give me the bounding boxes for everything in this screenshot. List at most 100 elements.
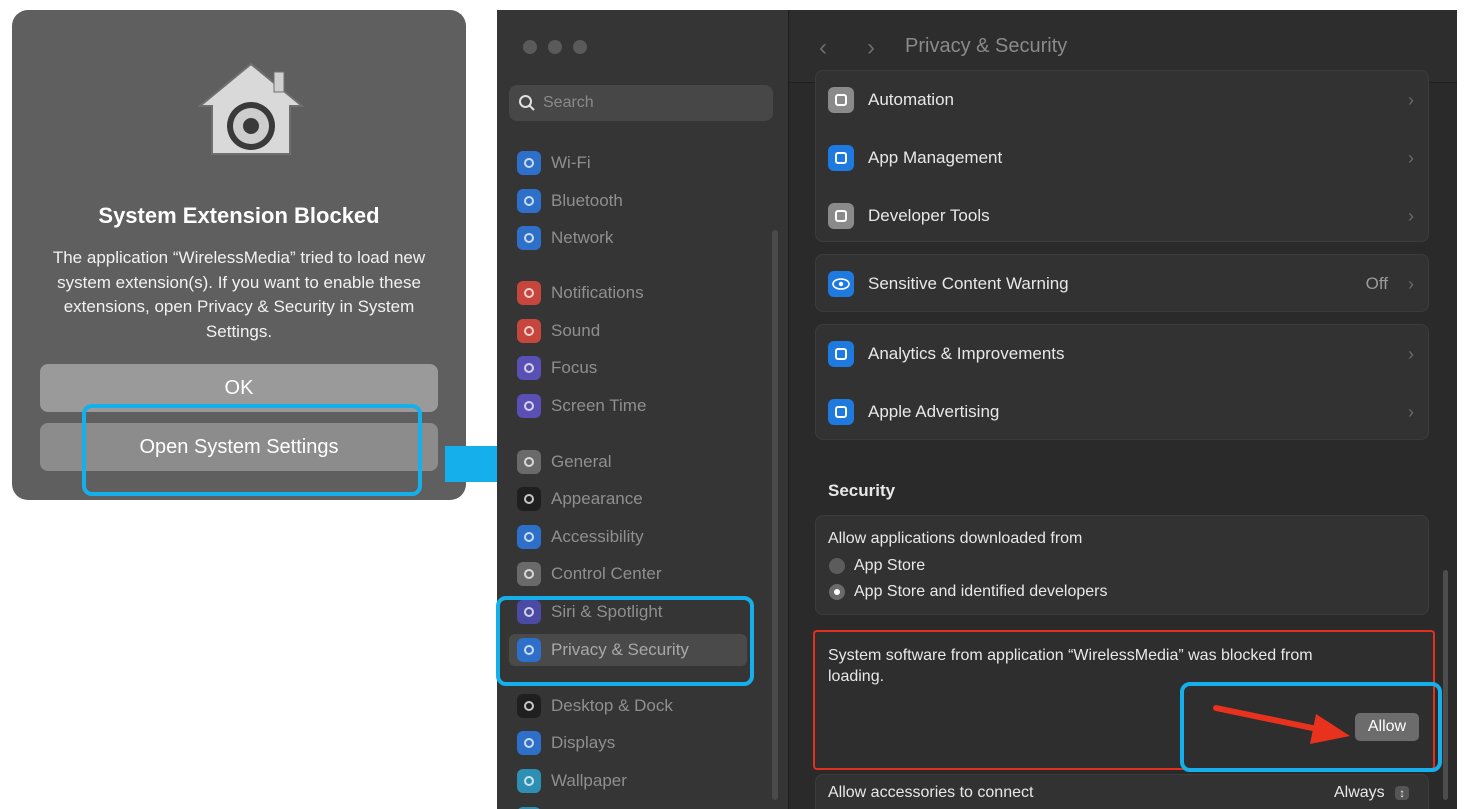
sidebar-item-desktop-dock[interactable]: Desktop & Dock: [509, 690, 747, 722]
sidebar-item-focus[interactable]: Focus: [509, 352, 747, 384]
allow-apps-label: Allow applications downloaded from: [828, 530, 1083, 547]
sidebar-item-displays[interactable]: Displays: [509, 727, 747, 759]
blocked-message: System software from application “Wirele…: [828, 647, 1313, 685]
wallpaper-icon: [517, 769, 541, 793]
sidebar-item-label: Accessibility: [551, 527, 644, 546]
analytics-icon: [828, 341, 854, 367]
back-chevron-icon[interactable]: ‹: [819, 34, 827, 62]
stepper-icon: ↕: [1395, 786, 1410, 800]
sidebar-item-label: Notifications: [551, 283, 644, 302]
chevron-right-icon: ›: [1408, 273, 1414, 294]
allow-highlight: [1180, 682, 1442, 772]
sidebar-item-label: Sound: [551, 321, 601, 340]
sidebar-item-label: Control Center: [551, 564, 662, 583]
chevron-right-icon: ›: [1408, 89, 1414, 110]
row-label: Apple Advertising: [868, 402, 1000, 421]
sidebar: Search Wi-Fi Bluetooth Network Notification…: [497, 10, 788, 809]
sidebar-item-label: Focus: [551, 358, 598, 377]
sidebar-item-label: Displays: [551, 733, 616, 752]
sidebar-item-label: Screen Time: [551, 396, 647, 415]
globe-icon: [517, 226, 541, 250]
accessories-label: Allow accessories to connect: [828, 784, 1034, 801]
minimize-window-button[interactable]: [548, 40, 562, 54]
sidebar-item-sound[interactable]: Sound: [509, 315, 747, 347]
privacy-group-2: Sensitive Content Warning Off ›: [815, 254, 1429, 312]
open-settings-highlight: [82, 404, 422, 496]
privacy-group-3: Analytics & Improvements › Apple Advertisi…: [815, 324, 1429, 440]
app-management-row[interactable]: App Management ›: [816, 129, 1428, 187]
zoom-window-button[interactable]: [573, 40, 587, 54]
hammer-icon: [828, 203, 854, 229]
sun-icon: [517, 731, 541, 755]
search-placeholder: Search: [543, 94, 594, 111]
developer-tools-row[interactable]: Developer Tools ›: [816, 187, 1428, 245]
sidebar-item-label: Network: [551, 228, 614, 247]
row-label: Developer Tools: [868, 206, 990, 225]
sidebar-item-label: Wi-Fi: [551, 153, 591, 172]
search-icon: [519, 95, 535, 111]
chevron-right-icon: ›: [1408, 147, 1414, 168]
sidebar-item-label: General: [551, 452, 612, 471]
gears-icon: [828, 87, 854, 113]
sidebar-item-appearance[interactable]: Appearance: [509, 483, 747, 515]
accessories-value: Always: [1334, 784, 1385, 801]
accessibility-icon: [517, 525, 541, 549]
chevron-right-icon: ›: [1408, 401, 1414, 422]
sidebar-item-label: Desktop & Dock: [551, 696, 673, 715]
dialog-title: System Extension Blocked: [98, 203, 380, 228]
sidebar-item-label: Bluetooth: [551, 191, 623, 210]
appearance-icon: [517, 487, 541, 511]
chevron-right-icon: ›: [1408, 343, 1414, 364]
dialog-message: The application “WirelessMedia” tried to…: [52, 248, 426, 341]
sidebar-item-wi-fi[interactable]: Wi-Fi: [509, 147, 747, 179]
row-label: Sensitive Content Warning: [868, 274, 1069, 293]
gear-icon: [517, 450, 541, 474]
sidebar-item-accessibility[interactable]: Accessibility: [509, 521, 747, 553]
control-center-icon: [517, 562, 541, 586]
security-section-title: Security: [828, 481, 896, 500]
forward-chevron-icon[interactable]: ›: [867, 34, 875, 62]
dock-icon: [517, 694, 541, 718]
sidebar-item-network[interactable]: Network: [509, 222, 747, 254]
privacy-security-highlight: [496, 596, 754, 686]
megaphone-icon: [828, 399, 854, 425]
sidebar-item-notifications[interactable]: Notifications: [509, 277, 747, 309]
sidebar-item-bluetooth[interactable]: Bluetooth: [509, 185, 747, 217]
apple-advertising-row[interactable]: Apple Advertising ›: [816, 383, 1428, 441]
row-value: Off: [1365, 274, 1388, 293]
sidebar-item-screen-time[interactable]: Screen Time: [509, 390, 747, 422]
radio-app-store[interactable]: [829, 558, 845, 574]
close-window-button[interactable]: [523, 40, 537, 54]
wifi-icon: [517, 151, 541, 175]
main-scrollbar[interactable]: [1443, 570, 1448, 800]
app-store-icon: [828, 145, 854, 171]
moon-icon: [517, 356, 541, 380]
eye-icon: [828, 271, 854, 297]
sensitive-content-warning-row[interactable]: Sensitive Content Warning Off ›: [816, 255, 1428, 313]
row-label: Analytics & Improvements: [868, 344, 1065, 363]
window-controls: [523, 40, 587, 54]
row-label: App Management: [868, 148, 1003, 167]
radio-identified-developers[interactable]: [829, 584, 845, 600]
sidebar-item-general[interactable]: General: [509, 446, 747, 478]
radio-app-store-label: App Store: [854, 557, 926, 574]
chevron-right-icon: ›: [1408, 205, 1414, 226]
sidebar-item-screen-saver[interactable]: Screen Saver: [509, 803, 747, 809]
sidebar-item-label: Wallpaper: [551, 771, 627, 790]
sidebar-scrollbar[interactable]: [772, 230, 778, 800]
automation-row[interactable]: Automation ›: [816, 71, 1428, 129]
sidebar-item-label: Appearance: [551, 489, 643, 508]
row-label: Automation: [868, 90, 954, 109]
analytics-improvements-row[interactable]: Analytics & Improvements ›: [816, 325, 1428, 383]
accessories-popup[interactable]: Always ↕: [1334, 784, 1410, 802]
privacy-group-1: Automation › App Management › Developer Tool…: [815, 70, 1429, 242]
bluetooth-icon: [517, 189, 541, 213]
sidebar-item-control-center[interactable]: Control Center: [509, 558, 747, 590]
page-title: Privacy & Security: [905, 35, 1068, 57]
hourglass-icon: [517, 394, 541, 418]
speaker-icon: [517, 319, 541, 343]
search-input[interactable]: Search: [509, 85, 773, 121]
radio-identified-developers-label: App Store and identified developers: [854, 583, 1108, 600]
sidebar-item-wallpaper[interactable]: Wallpaper: [509, 765, 747, 797]
security-lock-icon: [197, 62, 305, 155]
